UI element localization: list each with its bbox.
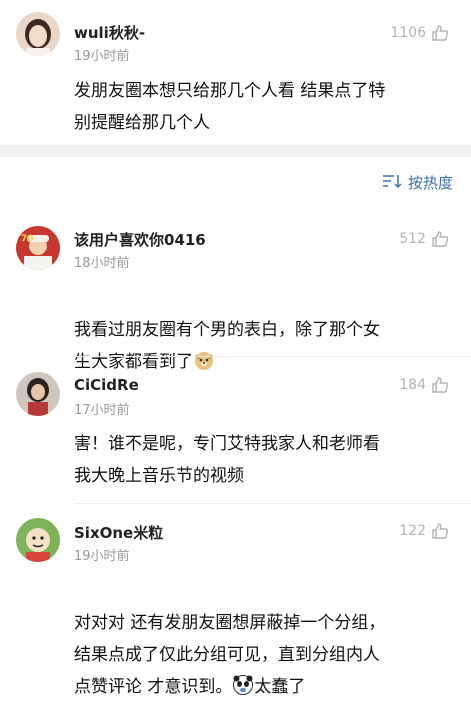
comment-text: 发朋友圈本想只给那几个人看 结果点了特 别提醒给那几个人 — [74, 81, 386, 133]
sort-by-hot-button[interactable]: 按热度 — [382, 172, 453, 193]
username[interactable]: SixOne米粒 — [74, 522, 163, 543]
like-button[interactable]: 1106 — [390, 24, 449, 42]
avatar[interactable] — [16, 372, 60, 416]
thumb-up-icon — [431, 522, 449, 540]
username[interactable]: CiCidRe — [74, 376, 139, 394]
username[interactable]: wuli秋秋- — [74, 22, 145, 43]
timestamp: 19小时前 — [74, 49, 130, 64]
comment-text-tail: 太蠢了 — [254, 677, 306, 697]
row-separator — [74, 356, 471, 357]
doge-emoji — [193, 349, 215, 371]
comment-text: 我看过朋友圈有个男的表白，除了那个女 生大家都看到了 — [74, 282, 454, 378]
comment-text-body: 我看过朋友圈有个男的表白，除了那个女 生大家都看到了 — [74, 320, 380, 372]
sort-icon — [382, 173, 402, 193]
panda-emoji — [232, 674, 254, 696]
like-count: 122 — [399, 523, 426, 539]
timestamp: 17小时前 — [74, 403, 130, 418]
comment-text: 对对对 还有发朋友圈想屏蔽掉一个分组， 结果点成了仅此分组可见，直到分组内人 点… — [74, 575, 454, 703]
section-divider — [0, 145, 471, 157]
comment-text: 害！谁不是呢，专门艾特我家人和老师看 我大晚上音乐节的视频 — [74, 434, 380, 486]
like-count: 1106 — [390, 25, 426, 41]
thumb-up-icon — [431, 230, 449, 248]
like-button[interactable]: 184 — [399, 376, 449, 394]
like-count: 512 — [399, 231, 426, 247]
thumb-up-icon — [431, 24, 449, 42]
avatar[interactable]: 70 — [16, 226, 60, 270]
like-button[interactable]: 122 — [399, 522, 449, 540]
timestamp: 18小时前 — [74, 256, 130, 271]
timestamp: 19小时前 — [74, 549, 130, 564]
username[interactable]: 该用户喜欢你0416 — [74, 229, 206, 250]
like-count: 184 — [399, 377, 426, 393]
comment-text-body: 对对对 还有发朋友圈想屏蔽掉一个分组， 结果点成了仅此分组可见，直到分组内人 点… — [74, 613, 386, 697]
like-button[interactable]: 512 — [399, 230, 449, 248]
avatar[interactable] — [16, 12, 60, 56]
svg-text:70: 70 — [21, 234, 34, 244]
avatar[interactable] — [16, 518, 60, 562]
sort-label: 按热度 — [407, 174, 453, 192]
thumb-up-icon — [431, 376, 449, 394]
row-separator — [74, 503, 471, 504]
